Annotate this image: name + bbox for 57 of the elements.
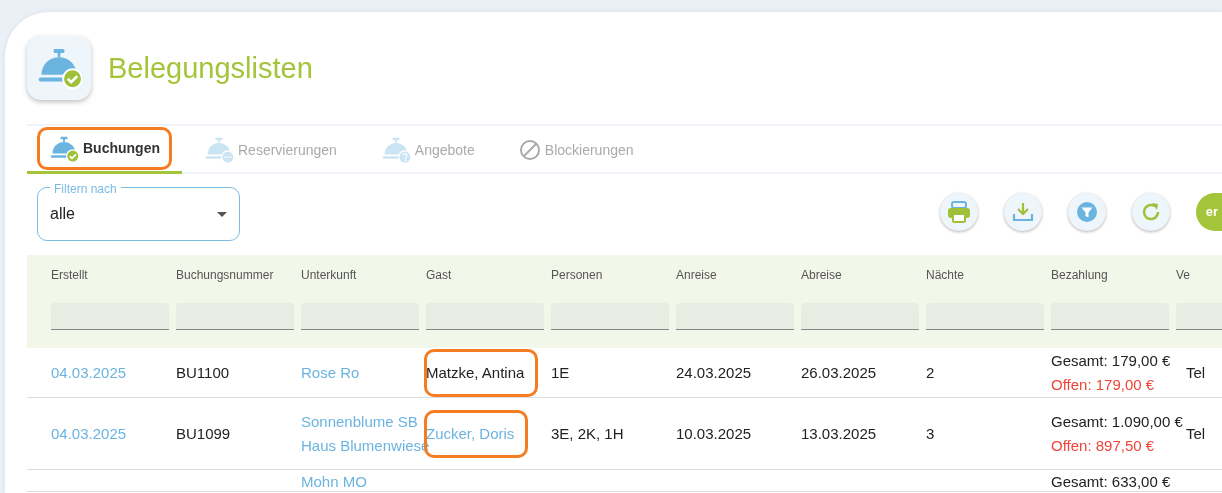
column-header: Unterkunft: [301, 267, 358, 284]
column-filter-field[interactable]: [301, 303, 419, 330]
table-cell: 2: [926, 363, 935, 381]
table-cell: 1E: [551, 363, 570, 381]
table-cell: BU1099: [176, 424, 231, 442]
payment-total: Gesamt: 179,00 €: [1051, 350, 1172, 371]
column-filter-field[interactable]: [801, 303, 919, 330]
filter-icon[interactable]: [1067, 193, 1106, 231]
page-title: Belegungslisten: [108, 50, 313, 86]
column-filter-field[interactable]: [176, 303, 294, 330]
payment-open: Offen: 179,00 €: [1051, 374, 1156, 395]
column-header: Erstellt: [51, 267, 89, 284]
date-link[interactable]: 04.03.2025: [51, 421, 176, 446]
tab[interactable]: Angebote: [358, 126, 497, 174]
guest-name: Matzke, Antina: [426, 363, 525, 381]
table-cell: 26.03.2025: [801, 363, 877, 381]
column-filter-field[interactable]: [676, 303, 794, 330]
accommodation-link[interactable]: Rose Ro: [301, 360, 426, 385]
tab[interactable]: Reservierungen: [182, 126, 359, 174]
bell-question-icon: [380, 135, 411, 165]
prohibited-icon: [518, 139, 541, 161]
tab[interactable]: Blockierungen: [496, 126, 656, 174]
table-cell: 10.03.2025: [676, 424, 752, 442]
column-filter-field[interactable]: [426, 303, 544, 330]
printer-icon[interactable]: [939, 193, 978, 231]
payment-total: Gesamt: 1.090,00 €: [1051, 411, 1182, 432]
filter-value: alle: [50, 204, 76, 224]
table-cell: Tel: [1186, 424, 1206, 442]
accommodation-link[interactable]: Mohn MO: [301, 472, 426, 492]
accommodation-link[interactable]: Sonnenblume SB: [301, 409, 426, 434]
column-filter-field[interactable]: [551, 303, 669, 330]
column-header: Personen: [551, 267, 604, 284]
column-filter-field[interactable]: [1051, 303, 1169, 330]
table-cell: 3E, 2K, 1H: [551, 424, 624, 442]
column-header: Ve: [1176, 267, 1191, 284]
table-cell: Tel: [1186, 363, 1206, 381]
payment-open: Offen: 897,50 €: [1051, 435, 1156, 456]
create-button[interactable]: er: [1195, 193, 1222, 231]
table-cell: 24.03.2025: [676, 363, 752, 381]
column-filter-field[interactable]: [51, 303, 169, 330]
column-filter-field[interactable]: [926, 303, 1044, 330]
app-icon: [27, 36, 91, 100]
payment-total: Gesamt: 633,00 €: [1051, 472, 1172, 492]
table-cell: 13.03.2025: [801, 424, 877, 442]
bell-dots-icon: [204, 135, 234, 165]
date-link[interactable]: 04.03.2025: [51, 360, 176, 385]
table-cell: 3: [926, 424, 935, 442]
column-header: Abreise: [801, 267, 843, 284]
column-header: Nächte: [926, 267, 966, 284]
column-header: Anreise: [676, 267, 718, 284]
column-header: Buchungsnummer: [176, 267, 275, 284]
refresh-icon[interactable]: [1131, 193, 1170, 231]
column-header: Bezahlung: [1051, 267, 1109, 284]
download-icon[interactable]: [1003, 193, 1042, 231]
column-header: Gast: [426, 267, 453, 284]
caret-icon: [217, 211, 227, 217]
table-cell: BU1100: [176, 363, 230, 381]
